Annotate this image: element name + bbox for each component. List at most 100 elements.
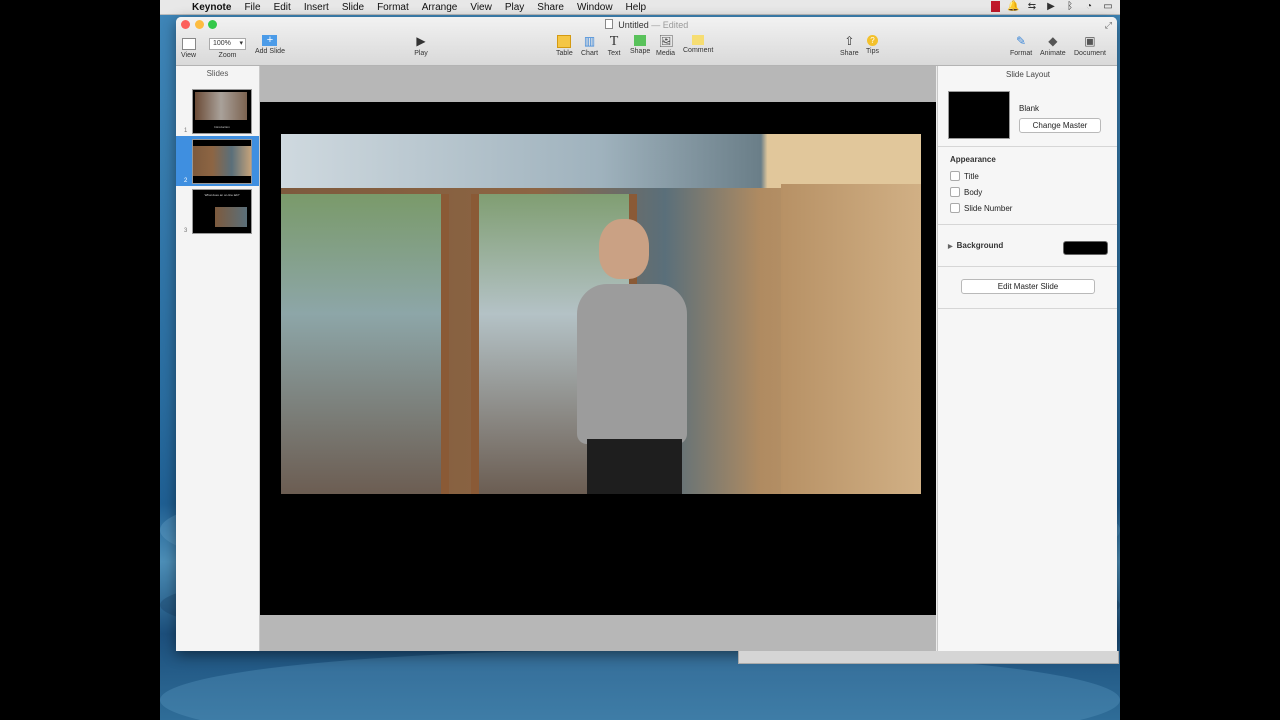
- slide-number: 1: [184, 128, 188, 134]
- toolbar-document[interactable]: ▣ Document: [1074, 34, 1106, 58]
- text-label: Text: [607, 50, 621, 57]
- table-label: Table: [556, 50, 573, 57]
- menu-bar: Keynote File Edit Insert Slide Format Ar…: [160, 0, 1120, 15]
- format-label: Format: [1010, 50, 1033, 57]
- slide-number: 2: [184, 178, 188, 184]
- view-label: View: [181, 52, 197, 59]
- menu-edit[interactable]: Edit: [274, 2, 291, 13]
- toolbar-table[interactable]: Table: [556, 35, 573, 57]
- slide-3-preview: What does an on-line lab?: [192, 189, 252, 234]
- checkbox-box: [950, 171, 960, 181]
- apple-menu-icon[interactable]: [172, 1, 184, 13]
- table-icon: [557, 35, 572, 48]
- sync-icon[interactable]: ⇆: [1026, 1, 1038, 12]
- document-icon: ▣: [1084, 34, 1096, 48]
- toolbar-zoom[interactable]: 100% ▾ Zoom: [209, 35, 246, 59]
- edit-master-slide-button[interactable]: Edit Master Slide: [961, 279, 1095, 294]
- video-frame[interactable]: [281, 134, 921, 494]
- slide-number-checkbox[interactable]: Slide Number: [950, 203, 1012, 213]
- zoom-label: Zoom: [218, 52, 237, 59]
- checkbox-box: [950, 203, 960, 213]
- title-checkbox[interactable]: Title: [950, 171, 979, 181]
- notification-bell-icon[interactable]: 🔔: [1007, 1, 1019, 12]
- comment-label: Comment: [683, 47, 714, 54]
- menu-app[interactable]: Keynote: [192, 2, 231, 13]
- animate-label: Animate: [1040, 50, 1066, 57]
- slide-1-preview: Introduction: [192, 89, 252, 134]
- toolbar-text[interactable]: T Text: [607, 34, 621, 58]
- slide-thumbnail-3[interactable]: 3 What does an on-line lab?: [176, 186, 259, 236]
- toolbar-view[interactable]: View: [181, 35, 196, 59]
- add-slide-icon: +: [262, 35, 278, 46]
- menu-view[interactable]: View: [470, 2, 492, 13]
- toolbar-share[interactable]: ⇧ Share: [840, 34, 859, 58]
- status-app-icon[interactable]: [991, 1, 1000, 12]
- inspector-panel: Slide Layout Blank Change Master Appeara…: [937, 66, 1117, 651]
- airplay-icon[interactable]: ▶: [1045, 1, 1057, 12]
- tips-label: Tips: [866, 48, 879, 55]
- document-name: Untitled: [618, 20, 649, 30]
- toolbar-media[interactable]: 🖼 Media: [656, 34, 675, 58]
- slide-thumbnail-1[interactable]: 1 Introduction: [176, 86, 259, 136]
- menu-insert[interactable]: Insert: [304, 2, 329, 13]
- video-person-shirt: [577, 284, 687, 444]
- media-icon: 🖼: [658, 34, 674, 48]
- keynote-window: Untitled — Edited ⤢ View 100% ▾ Zoom + Ad…: [176, 17, 1117, 651]
- background-label: Background: [956, 241, 1004, 250]
- text-icon: T: [609, 34, 619, 49]
- slide-navigator: Slides 1 Introduction 2 3 What does an o…: [176, 66, 260, 651]
- battery-icon[interactable]: ▭: [1102, 1, 1114, 12]
- menu-share[interactable]: Share: [537, 2, 564, 13]
- document-label: Document: [1074, 50, 1106, 57]
- background-disclosure[interactable]: ▶ Background: [948, 241, 1003, 250]
- bluetooth-icon[interactable]: ᛒ: [1064, 1, 1076, 12]
- toolbar-add-slide[interactable]: + Add Slide: [255, 35, 285, 56]
- chart-icon: ▥: [583, 34, 596, 48]
- toolbar-tips[interactable]: ? Tips: [866, 35, 879, 55]
- slide-thumbnail-2-selected[interactable]: 2: [176, 136, 259, 186]
- background-color-well[interactable]: [1063, 241, 1108, 255]
- checkbox-box: [950, 187, 960, 197]
- menu-format[interactable]: Format: [377, 2, 409, 13]
- zoom-select[interactable]: 100% ▾: [209, 38, 246, 50]
- fullscreen-icon[interactable]: ⤢: [1105, 20, 1112, 31]
- comment-icon: [692, 35, 705, 45]
- toolbar-animate[interactable]: ◆ Animate: [1040, 35, 1066, 58]
- appearance-heading: Appearance: [950, 155, 996, 164]
- menu-help[interactable]: Help: [626, 2, 647, 13]
- menu-file[interactable]: File: [244, 2, 260, 13]
- video-left-door: [281, 194, 449, 494]
- slide-number-checkbox-label: Slide Number: [964, 203, 1013, 213]
- wifi-icon[interactable]: ◔: [1083, 1, 1095, 12]
- share-icon: ⇧: [844, 34, 855, 48]
- slide-3-image: [215, 207, 247, 227]
- change-master-button[interactable]: Change Master: [1019, 118, 1101, 133]
- menu-slide[interactable]: Slide: [342, 2, 364, 13]
- video-person-pants: [587, 439, 682, 494]
- toolbar-format[interactable]: ✎ Format: [1010, 35, 1033, 58]
- menu-play[interactable]: Play: [505, 2, 524, 13]
- body-checkbox[interactable]: Body: [950, 187, 982, 197]
- slide-1-photo: [195, 92, 247, 120]
- doc-icon: [604, 19, 613, 29]
- master-thumbnail[interactable]: [948, 91, 1010, 139]
- view-icon: [181, 38, 196, 50]
- shape-icon: [634, 35, 647, 46]
- current-slide[interactable]: [260, 102, 936, 615]
- disclosure-triangle-icon: ▶: [948, 244, 953, 250]
- toolbar-shape[interactable]: Shape: [630, 35, 650, 55]
- zoom-value: 100%: [213, 40, 231, 47]
- document-title: Untitled — Edited: [176, 19, 1117, 30]
- appearance-section: [938, 146, 1117, 147]
- toolbar-comment[interactable]: Comment: [683, 35, 713, 54]
- toolbar-play[interactable]: ▶ Play: [414, 35, 428, 58]
- play-label: Play: [414, 50, 428, 57]
- slide-2-preview: [192, 139, 252, 184]
- menu-arrange[interactable]: Arrange: [422, 2, 458, 13]
- slides-header: Slides: [206, 69, 229, 78]
- video-ceiling-windows: [281, 134, 921, 188]
- slide-number: 3: [184, 228, 188, 234]
- slide-canvas: [260, 66, 936, 651]
- menu-window[interactable]: Window: [577, 2, 613, 13]
- toolbar-chart[interactable]: ▥ Chart: [581, 34, 598, 58]
